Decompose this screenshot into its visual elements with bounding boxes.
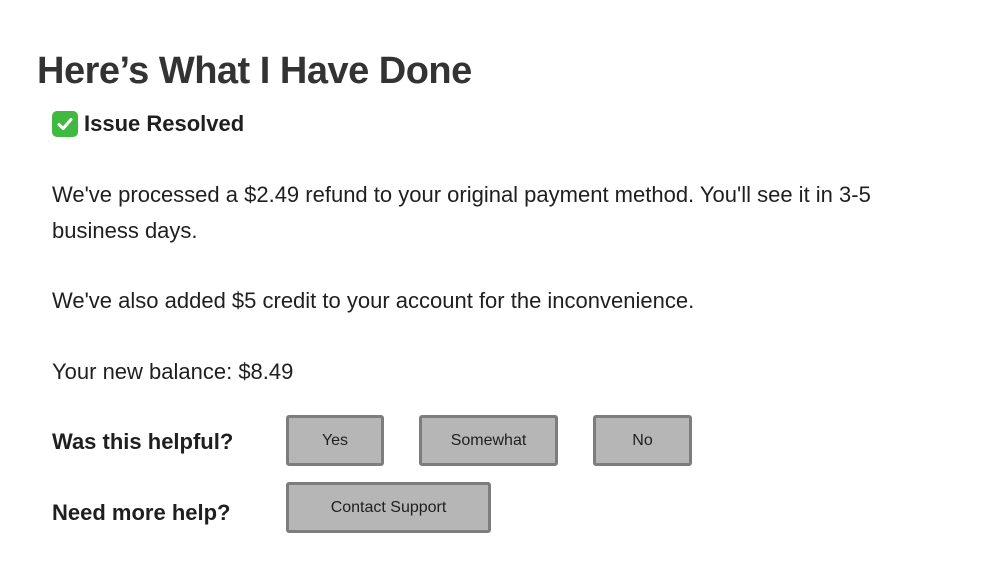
credit-message: We've also added $5 credit to your accou… [52,288,695,313]
yes-button[interactable]: Yes [286,415,384,466]
contact-support-button[interactable]: Contact Support [286,482,491,533]
status-label: Issue Resolved [84,111,245,136]
somewhat-button[interactable]: Somewhat [419,415,558,466]
refund-message: We've processed a $2.49 refund to your o… [52,182,871,243]
balance-message: Your new balance: $8.49 [52,359,294,384]
page-title: Here’s What I Have Done [37,50,472,92]
no-button[interactable]: No [593,415,692,466]
feedback-question: Was this helpful? [52,429,234,454]
check-mark-icon [52,111,78,137]
help-question: Need more help? [52,500,231,525]
status-badge: Issue Resolved [52,111,244,137]
